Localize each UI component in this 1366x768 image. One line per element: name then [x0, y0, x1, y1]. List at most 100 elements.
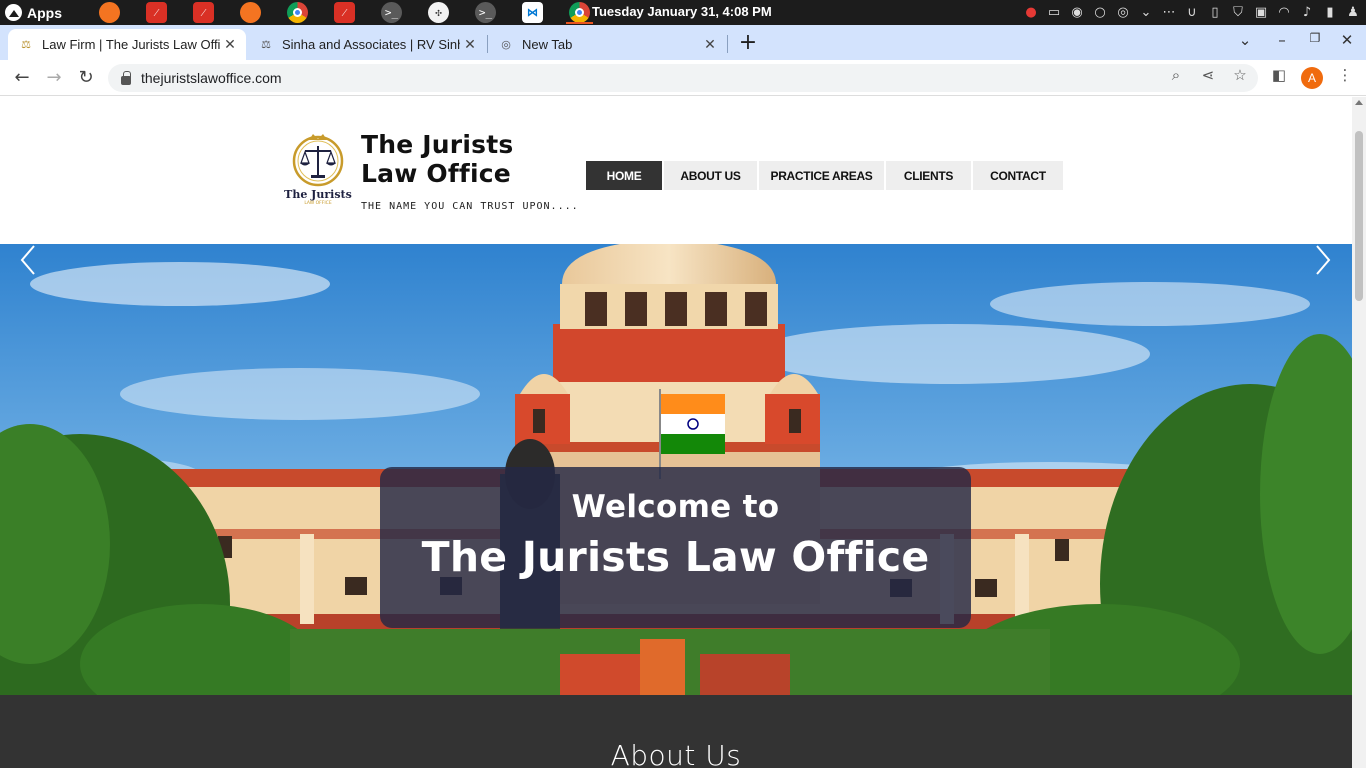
site-tagline: THE NAME YOU CAN TRUST UPON....	[361, 201, 579, 212]
user-icon[interactable]: ♟	[1346, 5, 1360, 20]
logo-text: The Jurists	[284, 188, 352, 201]
scroll-up-icon[interactable]	[1355, 100, 1363, 105]
music-icon[interactable]: ♪	[1300, 5, 1314, 20]
close-window-icon[interactable]: ✕	[1337, 31, 1357, 49]
site-header: The Jurists LAW OFFICE The Jurists Law O…	[0, 97, 1352, 244]
apps-label: Apps	[27, 4, 62, 21]
chrome-icon	[569, 2, 590, 23]
tab-title: Sinha and Associates | RV Sinha	[282, 37, 460, 52]
share-icon[interactable]: ⋖	[1199, 66, 1217, 84]
dock-pdf-1[interactable]: ⁄	[133, 1, 180, 24]
dock-fan[interactable]: ✣	[415, 1, 462, 24]
brand-line-2: Law Office	[361, 159, 511, 188]
sinha-favicon: ⚖	[261, 39, 271, 51]
hero-firm-name: The Jurists Law Office	[421, 533, 930, 581]
browser-toolbar: ← → ↻ thejuristslawoffice.com ⌕ ⋖ ☆ ◧ A …	[0, 60, 1366, 96]
url-text[interactable]: thejuristslawoffice.com	[141, 70, 282, 86]
mic-off-icon[interactable]: ●	[1024, 5, 1038, 20]
scales-of-justice-logo[interactable]: The Jurists LAW OFFICE	[283, 132, 353, 207]
dock-terminal-2[interactable]: >_	[462, 1, 509, 24]
app-icon[interactable]: ◎	[1116, 5, 1130, 20]
fan-icon: ✣	[428, 2, 449, 23]
lock-icon[interactable]	[121, 70, 131, 85]
close-icon[interactable]: ✕	[700, 36, 720, 53]
tab-strip: ⚖ Law Firm | The Jurists Law Office ✕ ⚖ …	[0, 25, 1366, 60]
pdf-icon: ⁄	[146, 2, 167, 23]
close-icon[interactable]: ✕	[460, 36, 480, 53]
dock-terminal-1[interactable]: >_	[368, 1, 415, 24]
apps-button[interactable]: Apps	[5, 3, 62, 22]
bookmark-star-icon[interactable]: ☆	[1231, 66, 1249, 84]
pdf-icon: ⁄	[193, 2, 214, 23]
firefox-icon	[99, 2, 120, 23]
screen-icon[interactable]: ▭	[1047, 5, 1061, 20]
menu-kebab-icon[interactable]: ⋮	[1336, 66, 1354, 84]
side-panel-icon[interactable]: ◧	[1270, 66, 1288, 84]
new-tab-button[interactable]: +	[737, 31, 759, 55]
minimize-icon[interactable]: –	[1272, 31, 1292, 49]
back-arrow-icon[interactable]: ←	[10, 66, 34, 90]
clock[interactable]: Tuesday January 31, 4:08 PM	[592, 4, 772, 19]
tab-sinha[interactable]: ⚖ Sinha and Associates | RV Sinha ✕	[248, 29, 486, 60]
wifi-icon[interactable]: ◠	[1277, 5, 1291, 20]
nav-about-us[interactable]: ABOUT US	[664, 161, 757, 190]
dock-chrome-1[interactable]	[274, 1, 321, 24]
chrome-icon	[287, 2, 308, 23]
vscode-icon: ⋈	[522, 2, 543, 23]
display-icon[interactable]: ▣	[1254, 5, 1268, 20]
ubuntu-logo-icon	[5, 4, 22, 21]
firefox-icon	[240, 2, 261, 23]
site-brand-title[interactable]: The Jurists Law Office	[361, 130, 513, 188]
tab-title: New Tab	[522, 37, 573, 52]
dock-vscode[interactable]: ⋈	[509, 1, 556, 24]
nav-label: PRACTICE AREAS	[770, 168, 873, 183]
hero-welcome-text: Welcome to	[571, 489, 780, 525]
os-top-bar: Apps ⁄ ⁄ ⁄ >_ ✣ >_ ⋈ Tuesday January 31,…	[0, 0, 1366, 25]
close-icon[interactable]: ✕	[220, 36, 240, 53]
brand-line-1: The Jurists	[361, 130, 514, 159]
nav-label: HOME	[606, 168, 642, 183]
nav-contact[interactable]: CONTACT	[973, 161, 1063, 190]
terminal-icon: >_	[381, 2, 402, 23]
nav-home[interactable]: HOME	[586, 161, 662, 190]
chevron-down-icon[interactable]: ⌄	[1139, 5, 1153, 20]
zoom-icon[interactable]: ⌕	[1167, 66, 1185, 84]
restore-icon[interactable]: ❐	[1305, 31, 1325, 45]
about-section: About Us	[0, 695, 1352, 768]
more-icon[interactable]: ⋯	[1162, 5, 1176, 20]
tab-search-icon[interactable]: ⌄	[1235, 31, 1255, 49]
dock: ⁄ ⁄ ⁄ >_ ✣ >_ ⋈	[86, 1, 603, 24]
address-bar[interactable]: thejuristslawoffice.com	[108, 64, 1258, 92]
battery-icon[interactable]: ▮	[1323, 5, 1337, 20]
reload-icon[interactable]: ↻	[74, 66, 98, 90]
profile-avatar[interactable]: A	[1301, 67, 1323, 89]
circle-icon[interactable]: ○	[1093, 5, 1107, 20]
record-icon[interactable]: ◉	[1070, 5, 1084, 20]
slider-next-arrow-icon[interactable]	[1313, 244, 1333, 276]
pdf-icon: ⁄	[334, 2, 355, 23]
dock-firefox-2[interactable]	[227, 1, 274, 24]
clipboard-icon[interactable]: ▯	[1208, 5, 1222, 20]
tab-law-firm[interactable]: ⚖ Law Firm | The Jurists Law Office ✕	[8, 29, 246, 60]
scrollbar-thumb[interactable]	[1355, 131, 1363, 301]
main-navigation: HOME ABOUT US PRACTICE AREAS CLIENTS CON…	[586, 161, 1063, 190]
nav-label: ABOUT US	[680, 168, 741, 183]
web-page: The Jurists LAW OFFICE The Jurists Law O…	[0, 97, 1352, 768]
dock-pdf-3[interactable]: ⁄	[321, 1, 368, 24]
dock-pdf-2[interactable]: ⁄	[180, 1, 227, 24]
dock-firefox[interactable]	[86, 1, 133, 24]
shield-icon[interactable]: ⛉	[1231, 5, 1245, 20]
tab-separator	[727, 35, 728, 53]
u-icon[interactable]: ∪	[1185, 5, 1199, 20]
terminal-icon: >_	[475, 2, 496, 23]
hero-slider: Welcome to The Jurists Law Office	[0, 244, 1352, 695]
slider-prev-arrow-icon[interactable]	[18, 244, 38, 276]
nav-clients[interactable]: CLIENTS	[886, 161, 971, 190]
nav-label: CLIENTS	[903, 168, 954, 183]
tab-title: Law Firm | The Jurists Law Office	[42, 37, 220, 52]
page-scrollbar[interactable]	[1352, 97, 1366, 768]
forward-arrow-icon[interactable]: →	[42, 66, 66, 90]
nav-practice-areas[interactable]: PRACTICE AREAS	[759, 161, 884, 190]
system-tray[interactable]: ● ▭ ◉ ○ ◎ ⌄ ⋯ ∪ ▯ ⛉ ▣ ◠ ♪ ▮ ♟	[1024, 3, 1360, 22]
tab-new-tab[interactable]: ◎ New Tab ✕	[488, 29, 726, 60]
